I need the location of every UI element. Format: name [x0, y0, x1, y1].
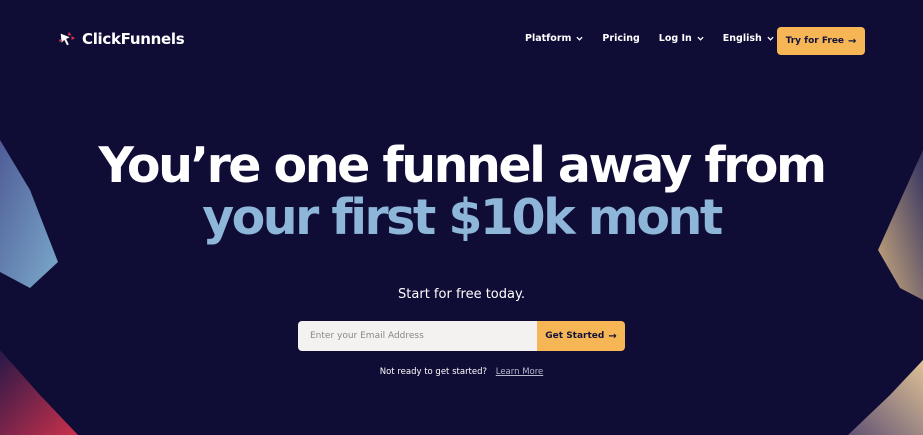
nav-item-language[interactable]: English [723, 33, 774, 44]
headline-line-1: You’re one funnel away from [98, 137, 827, 194]
email-signup-form: Get Started → [298, 321, 625, 351]
main-menu: Platform Pricing Log In English [525, 33, 774, 44]
clickfunnels-logo-icon [58, 31, 76, 46]
hero-headline: You’re one funnel away from your first $… [0, 140, 923, 244]
brand-logo[interactable]: ClickFunnels [58, 30, 185, 48]
not-ready-text: Not ready to get started? [379, 367, 488, 377]
chevron-down-icon [697, 36, 704, 41]
brand-name: ClickFunnels [82, 30, 185, 48]
nav-item-label: Log In [658, 33, 692, 44]
get-started-label: Get Started [545, 331, 605, 341]
arrow-right-icon: → [848, 35, 857, 47]
nav-item-label: Pricing [602, 33, 640, 44]
top-navigation: ClickFunnels Platform Pricing Log In Eng… [0, 0, 923, 82]
learn-more-link[interactable]: Learn More [496, 367, 544, 377]
try-for-free-button[interactable]: Try for Free → [777, 27, 865, 55]
nav-item-login[interactable]: Log In [659, 33, 704, 44]
nav-item-label: Platform [525, 33, 572, 44]
not-ready-row: Not ready to get started? Learn More [0, 367, 923, 377]
hero-subheading: Start for free today. [398, 287, 525, 302]
nav-item-label: English [722, 33, 762, 44]
get-started-button[interactable]: Get Started → [537, 321, 625, 351]
arrow-right-icon: → [608, 330, 617, 342]
chevron-down-icon [767, 36, 774, 41]
nav-item-platform[interactable]: Platform [525, 33, 584, 44]
headline-line-2: your first $10k mont [202, 189, 723, 246]
nav-item-pricing[interactable]: Pricing [602, 33, 639, 44]
chevron-down-icon [576, 36, 584, 41]
email-input[interactable] [298, 321, 537, 351]
try-for-free-label: Try for Free [785, 36, 845, 46]
